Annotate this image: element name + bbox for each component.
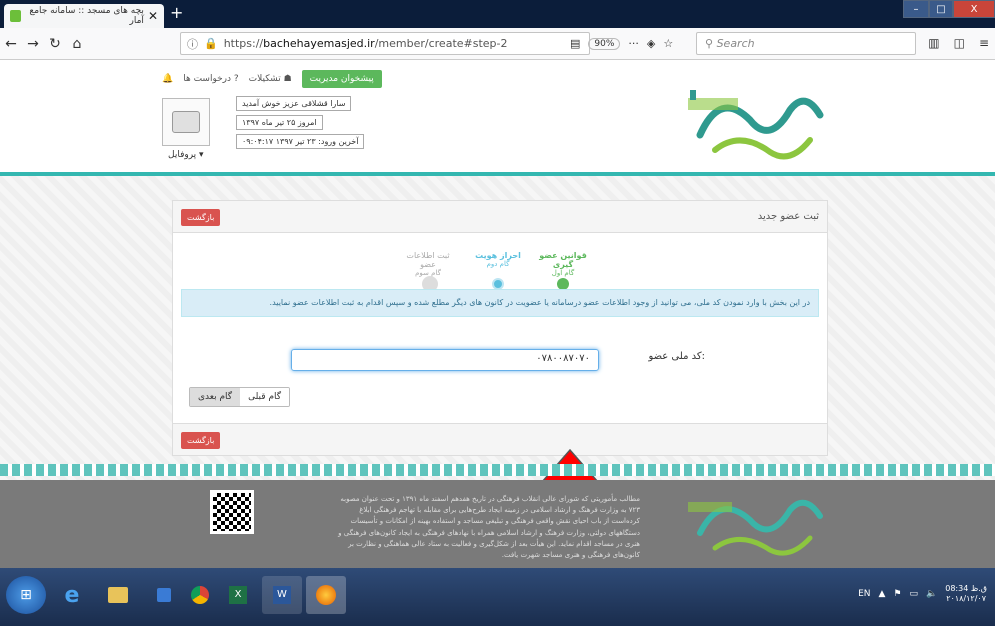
qr-code (210, 490, 254, 534)
greeting-text: سارا قشلاقی عزیز خوش آمدید (236, 96, 352, 111)
prev-step-button[interactable]: گام قبلی (240, 388, 290, 406)
library-icon[interactable]: ▥ (928, 36, 939, 50)
reader-view-icon[interactable]: ▤ (570, 37, 580, 50)
tab-close-icon[interactable]: ✕ (148, 9, 158, 23)
back-button-bottom[interactable]: بازگشت (181, 432, 221, 449)
home-icon[interactable]: ⌂ (66, 36, 88, 52)
favicon-icon (10, 10, 21, 22)
chrome-icon[interactable] (180, 576, 220, 614)
browser-nav-bar: ← → ↻ ⌂ ⓘ 🔒 https://bachehayemasjed.ir/m… (0, 28, 995, 60)
wizard-steps: قوانین عضو گیری گام اول احراز هویت گام د… (393, 251, 593, 292)
windows-taskbar: ⊞ e X W EN ▲ ⚑ ▭ 🔈 08:34 ق.ظ ۲۰۱۸/۱۲/۰۷ (0, 568, 995, 626)
avatar (162, 98, 210, 146)
page-content: پیشخوان مدیریت ☗ تشکیلات ? درخواست ها 🔔 … (0, 60, 995, 568)
site-footer: مطالب مأموریتی که شورای عالی انقلاب فرهن… (0, 480, 995, 568)
info-icon[interactable]: ⓘ (187, 36, 198, 52)
user-info: سارا قشلاقی عزیز خوش آمدید امروز ۲۵ تیر … (236, 96, 365, 149)
tab-title: بچه های مسجد :: سامانه جامع آمار (29, 6, 144, 26)
profile-dropdown[interactable]: پروفایل ▾ (168, 150, 204, 160)
tray-expand-icon[interactable]: ▲ (879, 589, 886, 599)
back-button-top[interactable]: بازگشت (181, 209, 221, 226)
clock[interactable]: 08:34 ق.ظ ۲۰۱۸/۱۲/۰۷ (945, 584, 987, 605)
last-login: آخرین ورود: ۲۳ تیر ۱۳۹۷ ۰۹:۰۴:۱۷ (236, 134, 365, 149)
wizard-nav: گام بعدی گام قبلی (189, 387, 291, 407)
menu-icon[interactable]: ≡ (979, 36, 989, 50)
org-icon: ☗ (280, 74, 292, 84)
browser-tab-bar: ✕ بچه های مسجد :: سامانه جامع آمار + – □… (0, 0, 995, 28)
address-bar[interactable]: ⓘ 🔒 https://bachehayemasjed.ir/member/cr… (180, 32, 590, 55)
today-date: امروز ۲۵ تیر ماه ۱۳۹۷ (236, 115, 323, 130)
window-controls: – □ X (903, 0, 995, 18)
management-button[interactable]: پیشخوان مدیریت (301, 70, 382, 88)
browser-tab[interactable]: ✕ بچه های مسجد :: سامانه جامع آمار (4, 4, 164, 28)
sidebar-icon[interactable]: ◫ (954, 36, 965, 50)
national-code-label: کد ملی عضو: (648, 351, 705, 362)
flag-icon[interactable]: ⚑ (893, 589, 901, 599)
info-alert: در این بخش با وارد نمودن کد ملی، می توان… (181, 289, 819, 317)
explorer-icon[interactable] (98, 576, 138, 614)
nav-link-requests[interactable]: ? درخواست ها (183, 74, 238, 84)
system-tray: EN ▲ ⚑ ▭ 🔈 08:34 ق.ظ ۲۰۱۸/۱۲/۰۷ (858, 584, 987, 605)
panel-title: ثبت عضو جدید (757, 211, 819, 222)
footer-logo (688, 499, 823, 556)
decorative-border (0, 464, 995, 476)
forward-icon[interactable]: → (22, 36, 44, 52)
zoom-indicator[interactable]: 90% (588, 37, 621, 50)
url-text: https://bachehayemasjed.ir/member/create… (223, 37, 508, 50)
nav-link-organization[interactable]: ☗ تشکیلات (249, 74, 292, 84)
step-3: ثبت اطلاعات عضو گام سوم (406, 251, 450, 277)
panel-header: ثبت عضو جدید بازگشت (173, 201, 827, 233)
media-player-icon[interactable] (144, 576, 184, 614)
top-nav: پیشخوان مدیریت ☗ تشکیلات ? درخواست ها 🔔 (162, 68, 382, 90)
bookmark-star-icon[interactable]: ☆ (663, 37, 673, 50)
maximize-button[interactable]: □ (929, 0, 953, 18)
pocket-icon[interactable]: ◈ (647, 37, 655, 50)
page-actions: ▤ 90% ··· ◈ ☆ (570, 37, 673, 50)
more-actions-icon[interactable]: ··· (628, 37, 639, 50)
start-button[interactable]: ⊞ (6, 576, 46, 614)
volume-icon[interactable]: 🔈 (926, 589, 937, 599)
site-header: پیشخوان مدیریت ☗ تشکیلات ? درخواست ها 🔔 … (0, 60, 995, 172)
ie-icon[interactable]: e (52, 576, 92, 614)
site-logo (688, 90, 824, 160)
new-member-panel: ثبت عضو جدید بازگشت قوانین عضو گیری گام … (172, 200, 828, 456)
network-icon[interactable]: ▭ (910, 589, 919, 599)
question-icon: ? (231, 74, 239, 84)
search-input[interactable]: ⚲ Search (696, 32, 916, 55)
footer-text: مطالب مأموریتی که شورای عالی انقلاب فرهن… (338, 495, 640, 559)
word-icon[interactable]: W (262, 576, 302, 614)
step-2[interactable]: احراز هویت گام دوم (468, 251, 528, 268)
close-window-button[interactable]: X (953, 0, 995, 18)
new-tab-button[interactable]: + (170, 5, 183, 21)
search-icon: ⚲ (705, 37, 717, 50)
toolbar-icons: ▥ ◫ ≡ (928, 36, 989, 50)
bell-icon[interactable]: 🔔 (162, 74, 173, 84)
firefox-icon[interactable] (306, 576, 346, 614)
national-code-input[interactable]: ۰۷۸۰۰۸۷۰۷۰ (291, 349, 599, 371)
lock-icon: 🔒 (204, 37, 218, 50)
language-indicator[interactable]: EN (858, 589, 870, 599)
back-icon[interactable]: ← (0, 36, 22, 52)
next-step-button[interactable]: گام بعدی (190, 388, 241, 406)
step-1[interactable]: قوانین عضو گیری گام اول (533, 251, 593, 277)
image-placeholder-icon (172, 111, 200, 133)
excel-icon[interactable]: X (218, 576, 258, 614)
reload-icon[interactable]: ↻ (44, 36, 66, 52)
panel-footer: بازگشت (173, 423, 827, 455)
minimize-button[interactable]: – (903, 0, 929, 18)
